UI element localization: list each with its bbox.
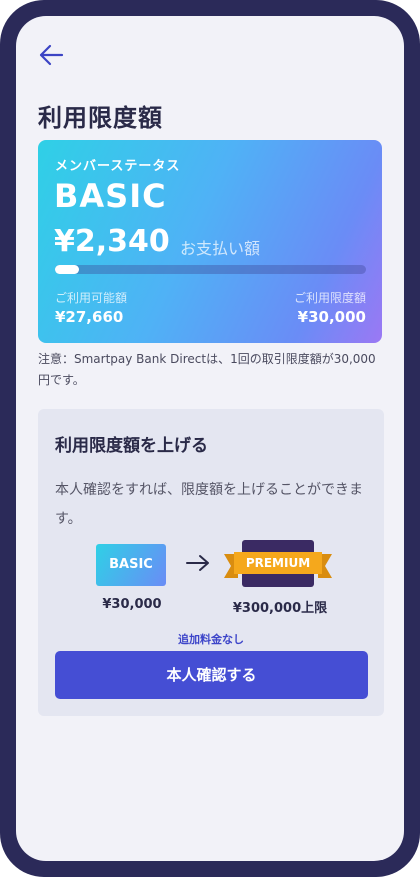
member-tier: BASIC [54, 177, 167, 215]
upgrade-panel: 利用限度額を上げる 本人確認をすれば、限度額を上げることができます。 BASIC… [38, 409, 384, 716]
upgrade-title: 利用限度額を上げる [55, 436, 208, 456]
basic-tier-limit: ¥30,000 [102, 597, 162, 612]
premium-tier-limit: ¥300,000上限 [232, 601, 328, 616]
phone-frame: 利用限度額 メンバーステータス BASIC ¥2,340 お支払い額 ご利用可能… [0, 0, 420, 877]
membership-card: メンバーステータス BASIC ¥2,340 お支払い額 ご利用可能額 ¥27,… [38, 140, 382, 343]
usage-progress-bar [55, 265, 366, 274]
page-title: 利用限度額 [38, 104, 163, 132]
payment-amount-label: お支払い額 [180, 239, 261, 258]
arrow-left-icon [39, 44, 64, 66]
credit-limit-label: ご利用限度額 [293, 291, 366, 305]
member-status-label: メンバーステータス [55, 159, 181, 174]
usage-progress-fill [55, 265, 80, 274]
limit-notice: 注意：Smartpay Bank Directは、1回の取引限度額が30,000… [38, 352, 376, 387]
credit-limit: ¥30,000 [297, 308, 366, 326]
payment-amount: ¥2,340 [54, 224, 170, 259]
basic-tier-badge: BASIC [96, 544, 166, 586]
screen: 利用限度額 メンバーステータス BASIC ¥2,340 お支払い額 ご利用可能… [16, 16, 404, 861]
no-fee-note: 追加料金なし [178, 633, 244, 646]
verify-identity-button[interactable]: 本人確認する [55, 651, 368, 699]
premium-tier-badge: PREMIUM [222, 540, 334, 590]
available-amount: ¥27,660 [55, 308, 124, 326]
upgrade-description: 本人確認をすれば、限度額を上げることができます。 [55, 482, 363, 527]
back-button[interactable] [36, 42, 66, 68]
arrow-right-icon [186, 555, 209, 571]
premium-badge-label: PREMIUM [245, 556, 311, 570]
available-amount-label: ご利用可能額 [55, 291, 128, 305]
